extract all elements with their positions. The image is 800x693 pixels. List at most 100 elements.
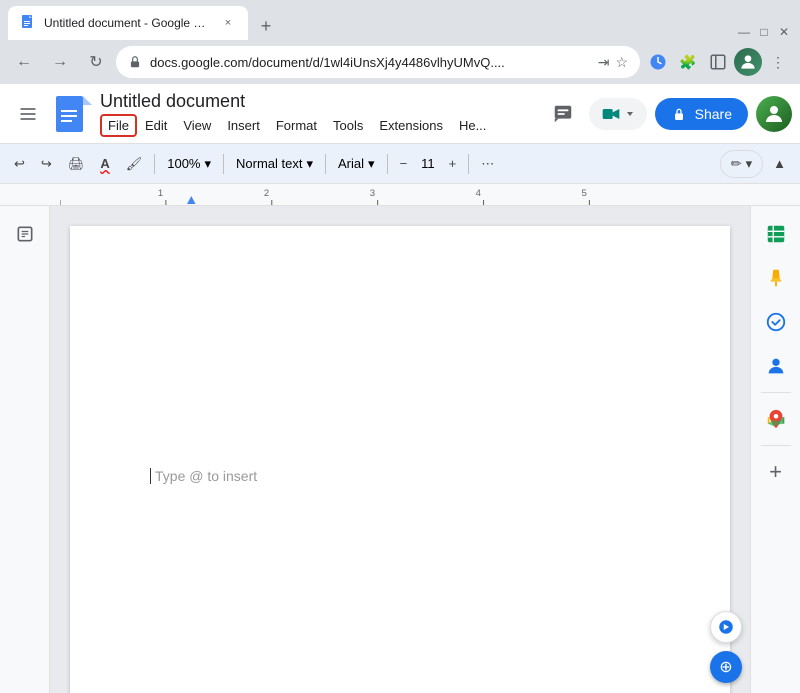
add-addon-button[interactable]: +: [758, 454, 794, 490]
outline-icon[interactable]: [7, 216, 43, 252]
style-selector[interactable]: Normal text ▾: [230, 154, 319, 174]
ruler: 1 2 3 4 5: [0, 184, 800, 206]
hamburger-menu-button[interactable]: [8, 94, 48, 134]
svg-text:5: 5: [581, 188, 586, 198]
toolbar-divider-5: [468, 154, 469, 174]
document-placeholder: Type @ to insert: [150, 468, 257, 484]
paint-format-icon: 🖌: [126, 156, 143, 172]
meet-icon: [601, 104, 621, 124]
sheets-addon-icon[interactable]: [758, 216, 794, 252]
zoom-selector[interactable]: 100% ▾: [161, 154, 217, 174]
lock-share-icon: [671, 106, 687, 122]
sidebar-icon[interactable]: [704, 48, 732, 76]
more-options-button[interactable]: ⋯: [475, 150, 500, 178]
menu-format[interactable]: Format: [268, 114, 325, 137]
tasks-addon-icon[interactable]: [758, 304, 794, 340]
right-sidebar-divider: [761, 392, 791, 393]
share-button[interactable]: Share: [655, 98, 748, 130]
redo-icon: ↪: [41, 156, 52, 172]
redo-button[interactable]: ↪: [35, 150, 58, 178]
back-button[interactable]: ←: [8, 46, 40, 78]
maximize-button[interactable]: □: [756, 24, 772, 40]
tab-close-button[interactable]: ×: [220, 15, 236, 31]
url-text: docs.google.com/document/d/1wl4iUnsXj4y4…: [150, 55, 590, 70]
docs-app-icon: [56, 96, 92, 132]
edit-mode-dropdown-icon: ▾: [746, 156, 753, 172]
menu-tools[interactable]: Tools: [325, 114, 371, 137]
forward-button[interactable]: →: [44, 46, 76, 78]
menu-insert[interactable]: Insert: [219, 114, 268, 137]
undo-icon: ↩: [14, 156, 25, 172]
tab-favicon: [20, 15, 36, 31]
meet-dropdown-icon: [625, 109, 635, 119]
minimize-button[interactable]: —: [736, 24, 752, 40]
svg-text:2: 2: [264, 188, 269, 198]
chat-icon: [552, 103, 574, 125]
hamburger-icon: [18, 104, 38, 124]
toolbar-divider-3: [325, 154, 326, 174]
bookmark-icon[interactable]: ☆: [615, 54, 628, 71]
spellcheck-icon: A: [100, 156, 109, 171]
keep-addon-icon[interactable]: [758, 260, 794, 296]
toolbar-divider-2: [223, 154, 224, 174]
toolbar-divider-1: [154, 154, 155, 174]
assistant-icon: [717, 618, 735, 636]
undo-button[interactable]: ↩: [8, 150, 31, 178]
menu-extensions[interactable]: Extensions: [371, 114, 451, 137]
font-size-value[interactable]: 11: [417, 156, 439, 171]
browser-tab[interactable]: Untitled document - Google Doc... ×: [8, 6, 248, 40]
font-size-increase-button[interactable]: +: [443, 150, 463, 178]
address-bar[interactable]: docs.google.com/document/d/1wl4iUnsXj4y4…: [116, 46, 640, 78]
menu-help[interactable]: He...: [451, 114, 494, 137]
font-size-increase-icon: +: [449, 156, 457, 171]
spellcheck-button[interactable]: A: [94, 150, 115, 178]
collapse-icon: ▲: [773, 156, 786, 171]
reload-button[interactable]: ↻: [80, 46, 112, 78]
tab-title: Untitled document - Google Doc...: [44, 16, 212, 30]
ruler-svg: 1 2 3 4 5: [60, 184, 780, 206]
svg-text:3: 3: [370, 188, 375, 198]
print-icon: 🖨: [68, 156, 85, 172]
contacts-addon-icon[interactable]: [758, 348, 794, 384]
close-button[interactable]: ✕: [776, 24, 792, 40]
user-profile-button[interactable]: [756, 96, 792, 132]
menu-view[interactable]: View: [175, 114, 219, 137]
left-sidebar: [0, 206, 50, 693]
pencil-icon: ✏: [731, 156, 742, 172]
document-canvas[interactable]: Type @ to insert: [50, 206, 750, 693]
font-dropdown-icon: ▾: [368, 156, 375, 172]
document-page[interactable]: Type @ to insert: [70, 226, 730, 693]
svg-text:4: 4: [476, 188, 481, 198]
style-dropdown-icon: ▾: [306, 156, 313, 172]
more-options-icon: ⋯: [481, 156, 494, 172]
font-selector[interactable]: Arial ▾: [332, 154, 381, 174]
new-tab-button[interactable]: +: [252, 12, 280, 40]
print-button[interactable]: 🖨: [62, 150, 91, 178]
right-sidebar-divider-2: [761, 445, 791, 446]
document-title[interactable]: Untitled document: [100, 91, 545, 112]
menu-file[interactable]: File: [100, 114, 137, 137]
lock-icon: [128, 55, 142, 69]
toolbar-divider-4: [387, 154, 388, 174]
assistant-button[interactable]: [710, 611, 742, 643]
menu-edit[interactable]: Edit: [137, 114, 175, 137]
right-sidebar: +: [750, 206, 800, 693]
font-size-decrease-button[interactable]: −: [394, 150, 414, 178]
svg-text:1: 1: [158, 188, 163, 198]
profile-avatar[interactable]: [734, 48, 762, 76]
collapse-toolbar-button[interactable]: ▲: [767, 150, 792, 178]
chat-button[interactable]: [545, 96, 581, 132]
font-size-decrease-icon: −: [400, 156, 408, 171]
extensions-icon[interactable]: 🧩: [674, 48, 702, 76]
expand-icon: ⊕: [719, 657, 732, 677]
edit-mode-button[interactable]: ✏ ▾: [720, 150, 763, 178]
performance-extension-icon[interactable]: [644, 48, 672, 76]
maps-addon-icon[interactable]: [758, 401, 794, 437]
chrome-menu-icon[interactable]: ⋮: [764, 48, 792, 76]
expand-button[interactable]: ⊕: [710, 651, 742, 683]
paint-format-button[interactable]: 🖌: [120, 150, 149, 178]
cast-icon[interactable]: ⇥: [598, 54, 610, 71]
zoom-dropdown-icon: ▾: [204, 156, 211, 172]
meet-button[interactable]: [589, 98, 647, 130]
text-cursor: [150, 468, 151, 484]
